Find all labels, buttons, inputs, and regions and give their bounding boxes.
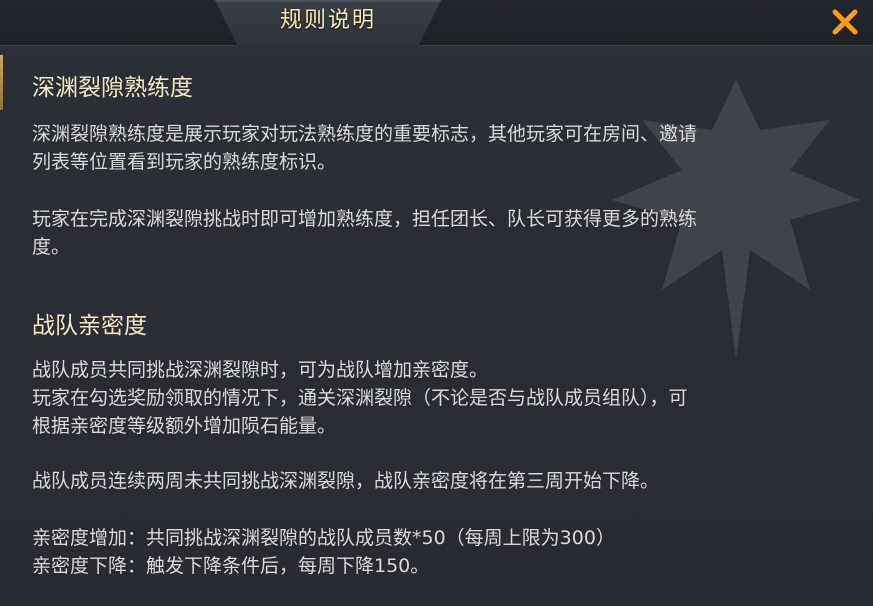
dialog-title: 规则说明 xyxy=(279,8,376,33)
section-heading-proficiency: 深渊裂隙熟练度 xyxy=(32,75,193,101)
section-heading-team-intimacy: 战队亲密度 xyxy=(32,313,147,339)
text-line: 列表等位置看到玩家的熟练度标识。 xyxy=(32,151,337,173)
text-line: 亲密度下降：触发下降条件后，每周下降150。 xyxy=(32,555,430,577)
rules-dialog: 规则说明 深渊裂隙熟练度 深渊裂隙熟练度是展示玩家对玩法熟练度的重要标志，其他玩… xyxy=(0,0,873,606)
text-line: 度。 xyxy=(32,236,71,258)
paragraph: 亲密度增加：共同挑战深渊裂隙的战队成员数*50（每周上限为300） 亲密度下降：… xyxy=(32,524,847,580)
text-line: 深渊裂隙熟练度是展示玩家对玩法熟练度的重要标志，其他玩家可在房间、邀请 xyxy=(32,123,698,145)
text-line: 战队成员共同挑战深渊裂隙时，可为战队增加亲密度。 xyxy=(32,359,489,381)
text-line: 根据亲密度等级额外增加陨石能量。 xyxy=(32,415,337,437)
paragraph: 战队成员共同挑战深渊裂隙时，可为战队增加亲密度。 玩家在勾选奖励领取的情况下，通… xyxy=(32,356,847,440)
paragraph: 玩家在完成深渊裂隙挑战时即可增加熟练度，担任团长、队长可获得更多的熟练 度。 xyxy=(32,205,847,261)
close-icon xyxy=(832,9,858,35)
text-line: 玩家在完成深渊裂隙挑战时即可增加熟练度，担任团长、队长可获得更多的熟练 xyxy=(32,208,698,230)
close-button[interactable] xyxy=(827,4,863,40)
text-line: 战队成员连续两周未共同挑战深渊裂隙，战队亲密度将在第三周开始下降。 xyxy=(32,470,660,492)
paragraph: 深渊裂隙熟练度是展示玩家对玩法熟练度的重要标志，其他玩家可在房间、邀请 列表等位… xyxy=(32,120,847,176)
text-line: 亲密度增加：共同挑战深渊裂隙的战队成员数*50（每周上限为300） xyxy=(32,527,615,549)
text-line: 玩家在勾选奖励领取的情况下，通关深渊裂隙（不论是否与战队成员组队），可 xyxy=(32,387,688,409)
paragraph: 战队成员连续两周未共同挑战深渊裂隙，战队亲密度将在第三周开始下降。 xyxy=(32,467,847,495)
section-accent-bar xyxy=(0,55,3,110)
